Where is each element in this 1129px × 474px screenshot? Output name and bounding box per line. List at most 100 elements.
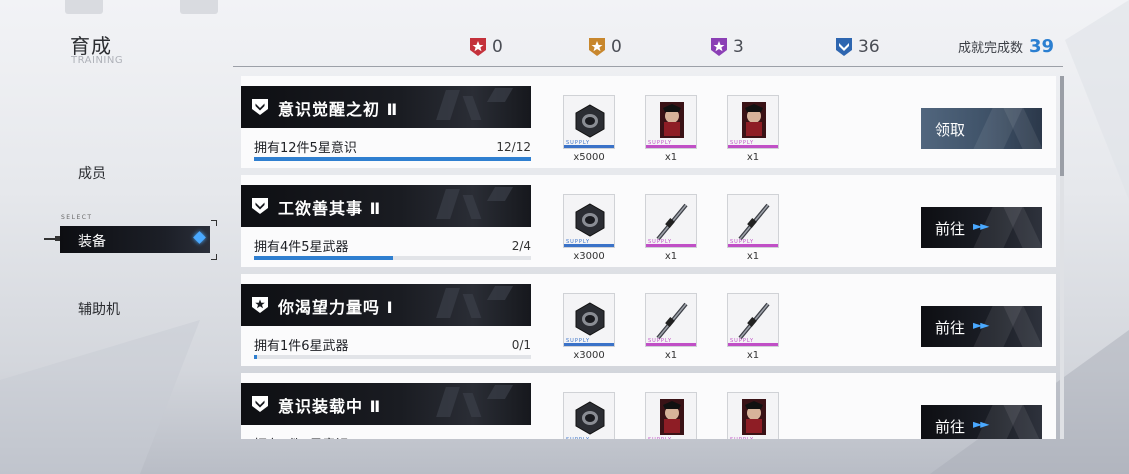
go-button[interactable]: 前往 ►► bbox=[921, 207, 1042, 248]
task-progress-bar bbox=[254, 355, 531, 359]
reward-quantity: x1 bbox=[664, 152, 678, 163]
reward-item[interactable]: SUPPLY bbox=[563, 293, 615, 347]
sidebar-item-support-unit[interactable]: 辅助机 bbox=[78, 299, 120, 319]
scrollbar-thumb[interactable] bbox=[1060, 76, 1064, 176]
medal-count-blue: 36 bbox=[858, 37, 880, 57]
achievement-count: 39 bbox=[1029, 36, 1055, 57]
supply-tag: SUPPLY bbox=[566, 437, 590, 439]
reward-item[interactable]: SUPPLY bbox=[645, 293, 697, 347]
reward-item[interactable]: SUPPLY bbox=[645, 392, 697, 439]
star-badge-icon bbox=[252, 297, 268, 313]
title-bar-shard bbox=[486, 286, 514, 300]
task-progress-fill bbox=[254, 256, 393, 260]
reward-item[interactable]: SUPPLY bbox=[727, 194, 779, 248]
rarity-strip bbox=[564, 145, 614, 148]
title-bar-shard bbox=[462, 96, 482, 120]
forward-arrows-icon: ►► bbox=[973, 318, 990, 332]
reward-quantity: x1 bbox=[664, 350, 678, 361]
task-card: 你渴望力量吗 Ⅰ 拥有1件6星武器 0/1 SUPPLY x3000 SUPPLY x1 SU… bbox=[241, 274, 1056, 366]
supply-tag: SUPPLY bbox=[648, 437, 672, 439]
reward-quantity: x1 bbox=[746, 350, 760, 361]
reward-quantity: x1 bbox=[664, 251, 678, 262]
selected-diamond-icon bbox=[193, 231, 206, 244]
medal-red: 0 bbox=[468, 36, 503, 58]
bracket-corner-icon bbox=[211, 254, 217, 260]
medal-count-purple: 3 bbox=[733, 37, 744, 57]
task-title: 意识装载中 Ⅱ bbox=[278, 397, 382, 416]
medal-count-red: 0 bbox=[492, 37, 503, 57]
go-button[interactable]: 前往 ►► bbox=[921, 306, 1042, 347]
go-button[interactable]: 前往 ►► bbox=[921, 405, 1042, 439]
rarity-strip bbox=[564, 343, 614, 346]
task-title: 意识觉醒之初 Ⅱ bbox=[278, 100, 399, 119]
task-title: 你渴望力量吗 Ⅰ bbox=[278, 298, 394, 317]
task-title-bar: 你渴望力量吗 Ⅰ bbox=[241, 284, 531, 326]
reward-item[interactable]: SUPPLY bbox=[563, 392, 615, 439]
task-progress-bar bbox=[254, 157, 531, 161]
medal-purple: 3 bbox=[709, 36, 744, 58]
task-condition: 拥有12件5星意识 bbox=[254, 141, 357, 156]
hex-nut-icon bbox=[575, 401, 605, 435]
title-bar-shard bbox=[462, 195, 482, 219]
title-bar-shard bbox=[486, 385, 514, 399]
title-bar-shard bbox=[436, 288, 460, 318]
sidebar-item-label: 装备 bbox=[78, 234, 106, 250]
top-tab-left bbox=[65, 0, 103, 14]
sidebar-item-members[interactable]: 成员 bbox=[78, 163, 106, 183]
stigmata-card-icon bbox=[660, 399, 684, 435]
reward-quantity: x1 bbox=[746, 152, 760, 163]
task-title-bar: 意识装载中 Ⅱ bbox=[241, 383, 531, 425]
reward-quantity: x3000 bbox=[573, 251, 605, 262]
sidebar-item-label: 成员 bbox=[78, 166, 106, 182]
achievement-summary: 成就完成数 39 bbox=[958, 36, 1054, 57]
title-bar-shard bbox=[486, 187, 514, 201]
reward-item[interactable]: SUPPLY bbox=[563, 194, 615, 248]
forward-arrows-icon: ►► bbox=[973, 219, 990, 233]
achievement-label: 成就完成数 bbox=[958, 41, 1024, 56]
title-bar-shard bbox=[436, 189, 460, 219]
title-bar-shard bbox=[462, 294, 482, 318]
task-card: 工欲善其事 Ⅱ 拥有4件5星武器 2/4 SUPPLY x3000 SUPPLY x1 SUP… bbox=[241, 175, 1056, 267]
rarity-strip bbox=[728, 244, 778, 247]
task-progress-text: 2/4 bbox=[511, 239, 531, 253]
select-tag: SELECT bbox=[61, 214, 93, 221]
task-title: 工欲善其事 Ⅱ bbox=[278, 199, 382, 218]
title-bar-shard bbox=[436, 387, 460, 417]
reward-quantity: x5000 bbox=[573, 152, 605, 163]
chevron-badge-icon bbox=[252, 99, 268, 115]
task-condition: 拥有4件5星武器 bbox=[254, 240, 349, 255]
chevron-badge-icon bbox=[252, 198, 268, 214]
button-label: 前往 bbox=[935, 319, 966, 337]
task-progress-fill bbox=[254, 157, 531, 161]
task-title-bar: 工欲善其事 Ⅱ bbox=[241, 185, 531, 227]
reward-item[interactable]: SUPPLY bbox=[563, 95, 615, 149]
bracket-corner-icon bbox=[211, 220, 217, 226]
purple-medal-icon bbox=[711, 38, 727, 56]
task-progress-fill bbox=[254, 355, 257, 359]
task-title-bar: 意识觉醒之初 Ⅱ bbox=[241, 86, 531, 128]
medal-gold: 0 bbox=[587, 36, 622, 58]
stigmata-card-icon bbox=[742, 399, 766, 435]
task-progress-bar bbox=[254, 256, 531, 260]
chevron-badge-icon bbox=[252, 396, 268, 412]
reward-item[interactable]: SUPPLY bbox=[727, 293, 779, 347]
reward-quantity: x1 bbox=[746, 251, 760, 262]
header-divider bbox=[233, 66, 1063, 67]
claim-button[interactable]: 领取 bbox=[921, 108, 1042, 149]
button-label: 前往 bbox=[935, 418, 966, 436]
sidebar-item-equipment[interactable]: 装备 bbox=[60, 226, 210, 253]
task-condition: 拥有4件6星意识 bbox=[254, 434, 349, 439]
reward-item[interactable]: SUPPLY bbox=[645, 95, 697, 149]
forward-arrows-icon: ►► bbox=[973, 417, 990, 431]
sidebar-item-label: 辅助机 bbox=[78, 302, 120, 318]
reward-item[interactable]: SUPPLY bbox=[645, 194, 697, 248]
button-label: 领取 bbox=[935, 121, 966, 139]
title-bar-shard bbox=[462, 393, 482, 417]
title-bar-shard bbox=[486, 88, 514, 102]
reward-quantity: x3000 bbox=[573, 350, 605, 361]
task-progress-text: 12/12 bbox=[496, 140, 531, 154]
reward-item[interactable]: SUPPLY bbox=[727, 95, 779, 149]
reward-item[interactable]: SUPPLY bbox=[727, 392, 779, 439]
task-list[interactable]: 意识觉醒之初 Ⅱ 拥有12件5星意识 12/12 SUPPLY x5000 SUPPLY x… bbox=[241, 76, 1056, 439]
supply-tag: SUPPLY bbox=[730, 437, 754, 439]
